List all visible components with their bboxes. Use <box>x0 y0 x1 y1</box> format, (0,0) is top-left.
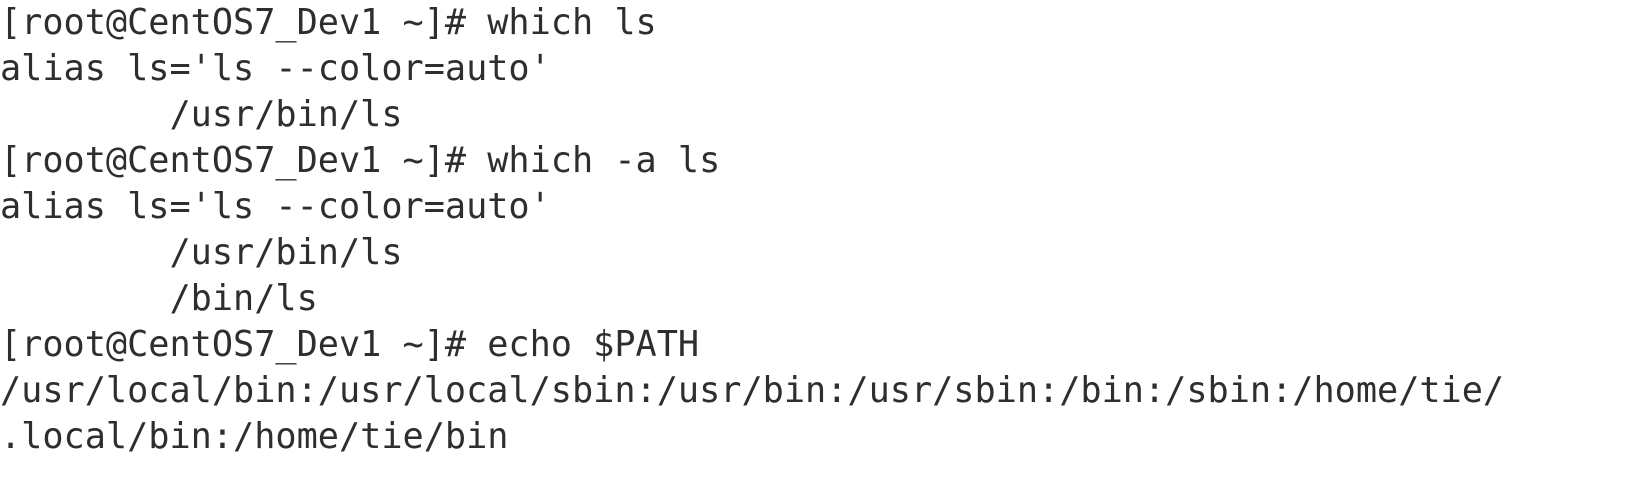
terminal-output-line: /usr/bin/ls <box>0 232 403 273</box>
terminal-output-line: /bin/ls <box>0 278 318 319</box>
terminal-prompt-line: [root@CentOS7_Dev1 ~]# which ls <box>0 2 657 43</box>
terminal-output-line: /usr/bin/ls <box>0 94 403 135</box>
terminal-output-line: .local/bin:/home/tie/bin <box>0 416 509 457</box>
terminal-output-line: alias ls='ls --color=auto' <box>0 48 551 89</box>
terminal-output-line: alias ls='ls --color=auto' <box>0 186 551 227</box>
terminal-output-line: /usr/local/bin:/usr/local/sbin:/usr/bin:… <box>0 370 1505 411</box>
terminal-prompt-line: [root@CentOS7_Dev1 ~]# which -a ls <box>0 140 721 181</box>
terminal-output[interactable]: [root@CentOS7_Dev1 ~]# which ls alias ls… <box>0 0 1646 479</box>
terminal-prompt-line: [root@CentOS7_Dev1 ~]# echo $PATH <box>0 324 700 365</box>
